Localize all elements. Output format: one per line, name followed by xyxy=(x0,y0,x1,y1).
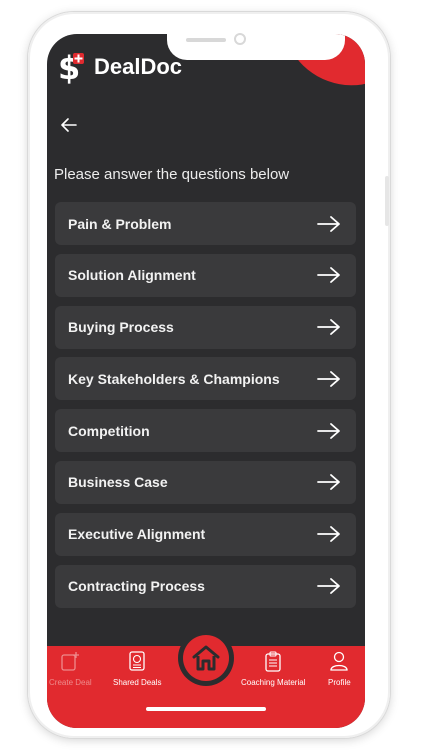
question-buying-process[interactable]: Buying Process xyxy=(55,305,356,349)
tab-create-deal[interactable]: Create Deal xyxy=(49,650,92,687)
question-solution-alignment[interactable]: Solution Alignment xyxy=(55,253,356,297)
arrow-right-icon xyxy=(317,215,340,232)
phone-speaker xyxy=(186,38,226,42)
phone-camera xyxy=(234,33,246,45)
arrow-right-icon xyxy=(317,578,340,594)
app-name: DealDoc xyxy=(94,54,183,79)
home-indicator xyxy=(146,707,266,711)
app-logo: $ DealDoc xyxy=(58,49,183,87)
arrow-right-icon xyxy=(317,319,340,335)
question-list: Pain & Problem Solution Alignment Buying… xyxy=(55,202,356,616)
arrow-right-icon xyxy=(317,370,340,387)
tab-profile[interactable]: Profile xyxy=(328,650,351,687)
shared-deals-icon xyxy=(129,651,145,671)
arrow-right-icon xyxy=(317,267,340,284)
question-executive-alignment[interactable]: Executive Alignment xyxy=(55,512,356,556)
back-button[interactable] xyxy=(58,114,80,136)
arrow-left-icon xyxy=(61,118,77,132)
home-button[interactable] xyxy=(178,630,234,686)
arrow-right-icon xyxy=(317,474,340,491)
clipboard-icon xyxy=(265,651,281,672)
add-document-icon xyxy=(61,652,80,671)
tab-shared-deals[interactable]: Shared Deals xyxy=(113,650,161,687)
user-icon xyxy=(330,651,348,671)
question-contracting-process[interactable]: Contracting Process xyxy=(55,564,356,608)
tab-coaching-material[interactable]: Coaching Material xyxy=(241,650,305,687)
question-pain-problem[interactable]: Pain & Problem xyxy=(55,202,356,245)
arrow-right-icon xyxy=(317,526,340,543)
phone-side-button xyxy=(385,176,389,226)
question-competition[interactable]: Competition xyxy=(55,409,356,453)
home-icon xyxy=(192,645,220,671)
instructions-text: Please answer the questions below xyxy=(54,166,290,183)
question-key-stakeholders[interactable]: Key Stakeholders & Champions xyxy=(55,357,356,401)
dealdoc-logo-icon: $ xyxy=(58,49,86,87)
question-business-case[interactable]: Business Case xyxy=(55,460,356,504)
arrow-right-icon xyxy=(317,422,340,439)
